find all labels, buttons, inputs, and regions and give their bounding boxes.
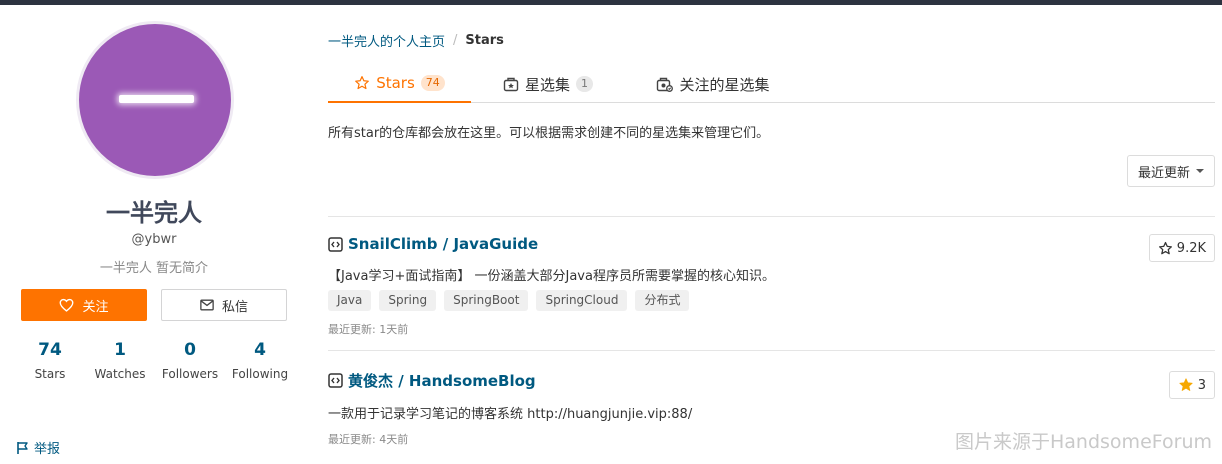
flag-icon bbox=[16, 441, 29, 455]
profile-username: @ybwr bbox=[131, 232, 177, 247]
repo-description: 【Java学习+面试指南】 一份涵盖大部分Java程序员所需要掌握的核心知识。 bbox=[328, 269, 775, 284]
sort-dropdown[interactable]: 最近更新 bbox=[1127, 155, 1215, 187]
star-count: 3 bbox=[1197, 377, 1206, 393]
report-label: 举报 bbox=[34, 442, 61, 457]
repo-icon bbox=[328, 236, 343, 252]
repo-tag[interactable]: SpringBoot bbox=[444, 290, 529, 311]
breadcrumb: 一半完人的个人主页 / Stars bbox=[328, 31, 504, 50]
tab-count-badge: 74 bbox=[420, 75, 445, 91]
tab-label: Stars bbox=[376, 74, 415, 92]
stat-label: Followers bbox=[161, 367, 219, 381]
repo-updated: 最近更新: 1天前 bbox=[328, 323, 409, 336]
star-outline-icon bbox=[354, 75, 370, 91]
breadcrumb-current: Stars bbox=[465, 33, 504, 48]
tab-followed-collections[interactable]: 关注的星选集 bbox=[643, 65, 783, 103]
stat-label: Watches bbox=[94, 367, 146, 381]
repo-item: SnailClimb / JavaGuide 9.2K 【Java学习+面试指南… bbox=[328, 216, 1215, 350]
message-button[interactable]: 私信 bbox=[161, 289, 287, 321]
stat-number: 74 bbox=[38, 340, 62, 360]
follow-label: 关注 bbox=[82, 299, 109, 315]
star-count: 9.2K bbox=[1176, 240, 1206, 256]
star-filled-icon bbox=[1178, 377, 1194, 393]
followed-collection-icon bbox=[656, 77, 674, 92]
repo-description: 一款用于记录学习笔记的博客系统 http://huangjunjie.vip:8… bbox=[328, 407, 693, 422]
repo-tag[interactable]: SpringCloud bbox=[536, 290, 628, 311]
envelope-icon bbox=[200, 299, 214, 311]
tab-label: 关注的星选集 bbox=[679, 75, 770, 94]
repo-title-link[interactable]: 黄俊杰 / HandsomeBlog bbox=[328, 370, 536, 391]
stat-number: 4 bbox=[254, 340, 266, 360]
message-label: 私信 bbox=[221, 299, 248, 315]
repo-title-link[interactable]: SnailClimb / JavaGuide bbox=[328, 235, 538, 253]
breadcrumb-separator: / bbox=[453, 33, 458, 48]
stat-number: 0 bbox=[184, 340, 196, 360]
star-outline-icon bbox=[1158, 241, 1173, 256]
tab-label: 星选集 bbox=[524, 75, 570, 94]
tab-collections[interactable]: 星选集 1 bbox=[493, 65, 603, 103]
heart-icon bbox=[59, 298, 74, 312]
repo-updated: 最近更新: 4天前 bbox=[328, 433, 409, 446]
follow-button[interactable]: 关注 bbox=[21, 289, 147, 321]
profile-stats: 74 Stars 1 Watches 0 Followers 4 Followi… bbox=[15, 339, 295, 381]
collection-icon bbox=[503, 77, 519, 92]
avatar-glyph bbox=[119, 95, 194, 103]
profile-sidebar: 一半完人 @ybwr 一半完人 暂无简介 关注 私信 74 Stars 1 Wa… bbox=[0, 5, 300, 464]
caret-down-icon bbox=[1196, 169, 1204, 173]
report-link[interactable]: 举报 bbox=[16, 438, 60, 457]
stat-followers[interactable]: 0 Followers bbox=[155, 339, 225, 381]
sort-label: 最近更新 bbox=[1137, 165, 1190, 181]
star-button[interactable]: 9.2K bbox=[1148, 234, 1215, 262]
profile-name: 一半完人 bbox=[106, 199, 202, 227]
tab-stars[interactable]: Stars 74 bbox=[328, 65, 471, 103]
profile-bio: 一半完人 暂无简介 bbox=[99, 261, 209, 276]
stars-description: 所有star的仓库都会放在这里。可以根据需求创建不同的星选集来管理它们。 bbox=[328, 126, 770, 141]
repo-tag[interactable]: Java bbox=[328, 290, 372, 311]
stat-number: 1 bbox=[114, 340, 126, 360]
stat-watches[interactable]: 1 Watches bbox=[85, 339, 155, 381]
repo-tags: Java Spring SpringBoot SpringCloud 分布式 bbox=[328, 290, 690, 311]
main-content: 一半完人的个人主页 / Stars Stars 74 星选集 1 关注的星选集 … bbox=[328, 5, 1215, 464]
stat-label: Stars bbox=[34, 367, 66, 381]
repo-title: SnailClimb / JavaGuide bbox=[348, 235, 539, 253]
avatar[interactable] bbox=[76, 21, 234, 179]
repo-icon bbox=[328, 373, 343, 388]
star-button[interactable]: 3 bbox=[1168, 371, 1215, 399]
tab-count-badge: 1 bbox=[576, 76, 593, 92]
image-watermark: 图片来源于HandsomeForum bbox=[955, 431, 1212, 453]
repo-tag[interactable]: Spring bbox=[379, 290, 437, 311]
stat-stars[interactable]: 74 Stars bbox=[15, 339, 85, 381]
stat-following[interactable]: 4 Following bbox=[225, 339, 295, 381]
repo-title: 黄俊杰 / HandsomeBlog bbox=[348, 372, 536, 390]
repo-tag[interactable]: 分布式 bbox=[635, 290, 690, 311]
tab-bar: Stars 74 星选集 1 关注的星选集 bbox=[328, 65, 1215, 103]
stat-label: Following bbox=[231, 367, 289, 381]
breadcrumb-home-link[interactable]: 一半完人的个人主页 bbox=[328, 31, 445, 50]
